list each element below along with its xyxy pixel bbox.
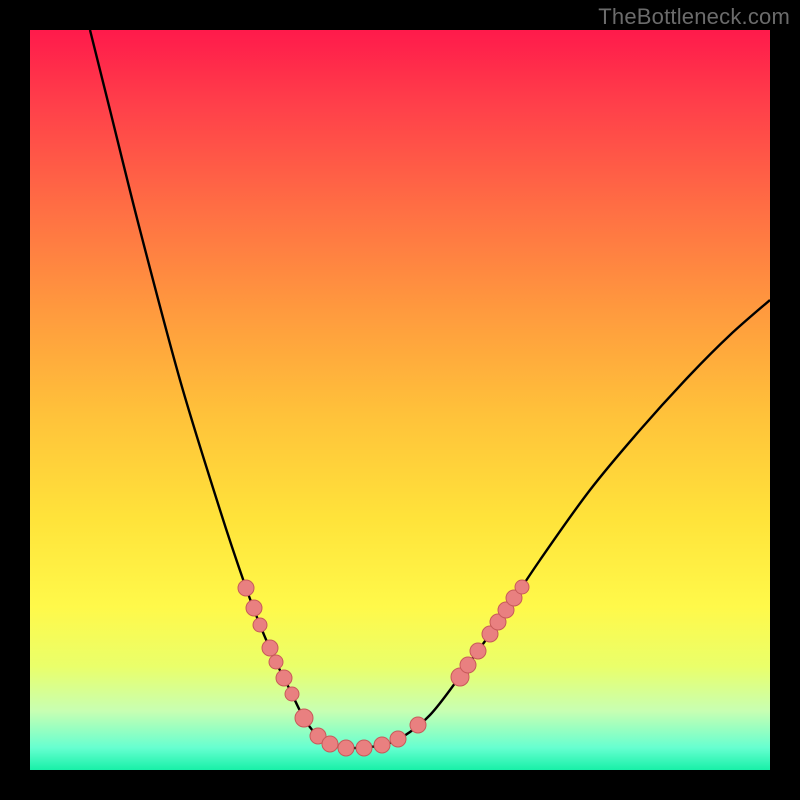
curve-marker xyxy=(253,618,267,632)
curve-marker xyxy=(238,580,254,596)
curve-marker xyxy=(285,687,299,701)
curve-marker xyxy=(374,737,390,753)
curve-marker xyxy=(515,580,529,594)
curve-marker xyxy=(356,740,372,756)
bottleneck-curve xyxy=(90,30,770,748)
curve-marker xyxy=(390,731,406,747)
curve-marker xyxy=(269,655,283,669)
bottleneck-plot xyxy=(30,30,770,770)
marker-group xyxy=(238,580,529,756)
curve-marker xyxy=(322,736,338,752)
curve-marker xyxy=(246,600,262,616)
curve-marker xyxy=(276,670,292,686)
chart-frame xyxy=(30,30,770,770)
curve-marker xyxy=(262,640,278,656)
curve-marker xyxy=(460,657,476,673)
curve-marker xyxy=(295,709,313,727)
curve-marker xyxy=(470,643,486,659)
watermark-text: TheBottleneck.com xyxy=(598,4,790,30)
curve-marker xyxy=(338,740,354,756)
curve-marker xyxy=(410,717,426,733)
